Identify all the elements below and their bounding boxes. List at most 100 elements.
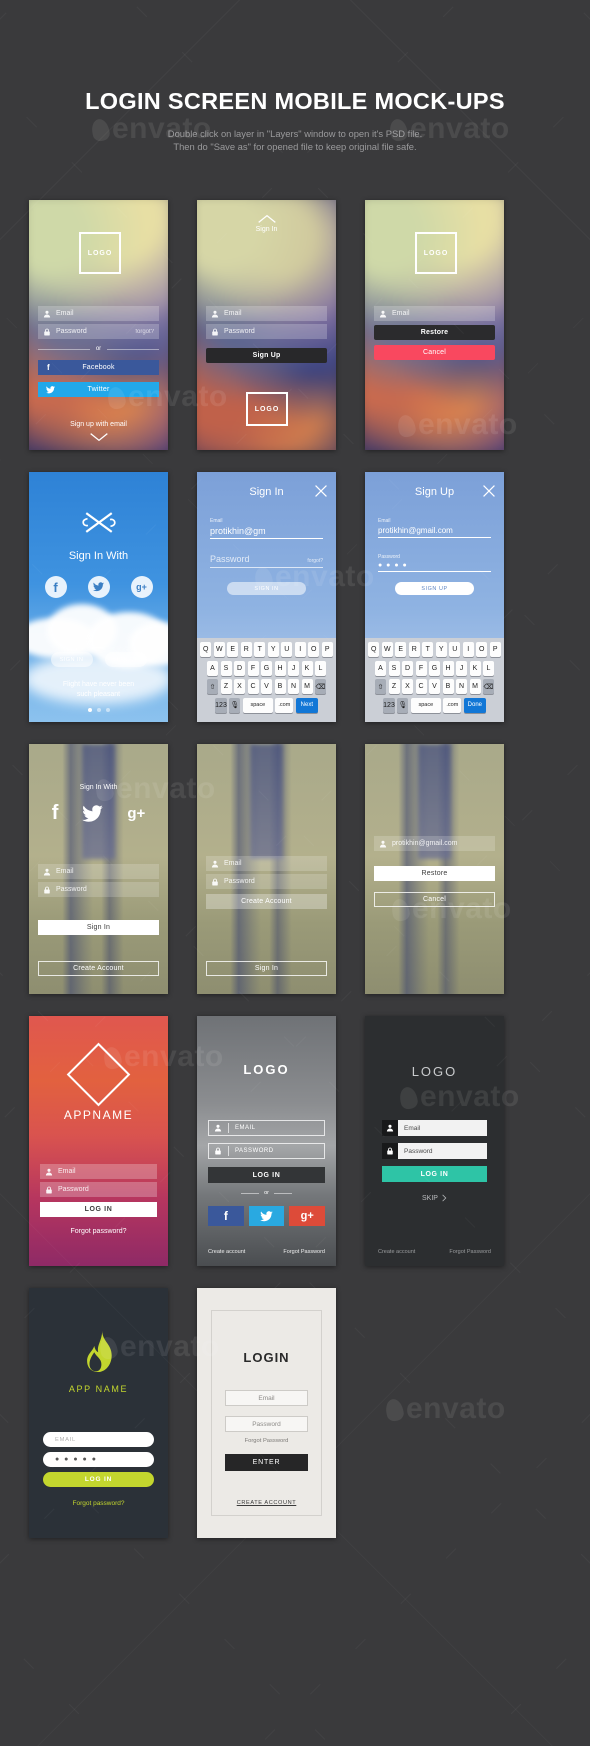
password-field[interactable]: Password [38,882,159,897]
key[interactable]: O [476,642,488,657]
key[interactable]: M [301,679,313,694]
twitter-button[interactable] [248,1206,285,1226]
email-field[interactable]: EMAIL [43,1432,154,1447]
mockup-sign-in-with-desert[interactable]: Sign In With f g+ Email Password Sign In… [29,744,168,994]
email-field[interactable]: protikhin@gmail.com [374,836,495,851]
key[interactable]: J [288,660,299,676]
key[interactable]: C [415,679,427,694]
numbers-key[interactable]: 123 [215,697,227,713]
facebook-icon[interactable]: f [44,576,67,598]
email-field[interactable]: Email protikhin@gm [210,518,323,539]
twitter-icon[interactable] [87,576,110,598]
create-account-button[interactable]: Create Account [38,961,159,976]
key[interactable]: E [227,642,239,657]
space-key[interactable]: space [410,697,441,713]
key[interactable]: S [220,660,232,676]
mockup-logo-gray-social[interactable]: LOGO EMAIL PASSWORD LOG IN or f g+ Creat… [197,1016,336,1266]
dot-com-key[interactable]: .com [443,697,462,713]
key[interactable]: U [449,642,461,657]
password-field[interactable]: PASSWORD [208,1143,325,1159]
key[interactable]: Y [435,642,447,657]
key[interactable]: D [402,660,413,676]
mockup-signup-blur[interactable]: Sign In Email Password Sign Up LOGO [197,200,336,450]
onscreen-keyboard[interactable]: Q W E R T Y U I O P A S D F G H J K L ⇧ … [197,638,336,722]
key[interactable]: H [274,660,286,676]
email-field[interactable]: Email [40,1164,157,1179]
password-field[interactable]: Password [382,1143,487,1159]
space-key[interactable]: space [242,697,273,713]
password-field[interactable]: Password [225,1416,308,1432]
microphone-key[interactable]: 🎙 [397,697,409,713]
key[interactable]: F [415,660,427,676]
facebook-icon[interactable]: f [52,802,59,825]
key[interactable]: N [288,679,299,694]
key[interactable]: G [429,660,440,676]
google-plus-icon[interactable]: g+ [127,805,145,822]
email-field[interactable]: Email [225,1390,308,1406]
key[interactable]: X [234,679,245,694]
key[interactable]: M [469,679,481,694]
key[interactable]: R [240,642,252,657]
restore-button[interactable]: Restore [374,866,495,881]
email-field[interactable]: Email [206,306,327,321]
key[interactable]: F [247,660,259,676]
key[interactable]: C [247,679,259,694]
restore-button[interactable]: Restore [374,325,495,340]
email-field[interactable]: EMAIL [208,1120,325,1136]
sign-up-button[interactable]: SIGN UP [395,582,474,595]
key[interactable]: X [402,679,413,694]
key[interactable]: E [395,642,407,657]
google-plus-icon[interactable]: g+ [130,576,153,598]
chevron-down-icon[interactable] [29,432,168,442]
login-button[interactable]: LOG IN [43,1472,154,1487]
key[interactable]: O [308,642,320,657]
microphone-key[interactable]: 🎙 [229,697,241,713]
login-button[interactable]: LOG IN [40,1202,157,1217]
skip-link[interactable]: SKIP [365,1194,504,1202]
mockup-flame-appname[interactable]: APP NAME EMAIL ● ● ● ● ● LOG IN Forgot p… [29,1288,168,1538]
key[interactable]: L [315,660,326,676]
key[interactable]: J [456,660,467,676]
forgot-password-link[interactable]: Forgot Password [283,1249,325,1255]
login-button[interactable]: LOG IN [208,1167,325,1183]
onscreen-keyboard[interactable]: Q W E R T Y U I O P A S D F G H J K L ⇧ … [365,638,504,722]
key[interactable]: L [483,660,494,676]
facebook-button[interactable]: f Facebook [38,360,159,375]
google-plus-button[interactable]: g+ [289,1206,326,1226]
twitter-icon[interactable] [82,804,104,823]
key[interactable]: S [388,660,400,676]
dot-com-key[interactable]: .com [275,697,294,713]
key[interactable]: A [375,660,386,676]
key[interactable]: Z [220,679,232,694]
sign-in-button[interactable]: Sign In [38,920,159,935]
password-field[interactable]: ● ● ● ● ● [43,1452,154,1467]
password-field[interactable]: Password ● ● ● ● [378,554,491,572]
key[interactable]: K [469,660,481,676]
create-account-link[interactable]: Create account [208,1249,245,1255]
chevron-up-icon[interactable] [197,214,336,224]
mockup-restore-desert[interactable]: protikhin@gmail.com Restore Cancel [365,744,504,994]
forgot-password-link[interactable]: Forgot Password [449,1249,491,1255]
sign-in-button[interactable]: SIGN IN [50,652,93,667]
key[interactable]: A [207,660,218,676]
mockup-logo-dark-teal[interactable]: LOGO Email Password LOG IN SKIP Create a… [365,1016,504,1266]
forgot-link[interactable]: forgot? [307,558,323,564]
password-field[interactable]: Password forgot? [210,554,323,568]
sign-up-button[interactable]: SIGN UP [104,652,147,667]
signup-button[interactable]: Sign Up [206,348,327,363]
key[interactable]: B [274,679,286,694]
mockup-create-account-desert[interactable]: Email Password Create Account Sign In [197,744,336,994]
twitter-button[interactable]: Twitter [38,382,159,397]
key[interactable]: W [381,642,393,657]
email-field[interactable]: Email [374,306,495,321]
forgot-password-link[interactable]: Forgot password? [29,1228,168,1235]
key[interactable]: H [442,660,454,676]
password-field[interactable]: Password [206,874,327,889]
key[interactable]: I [294,642,306,657]
enter-button[interactable]: ENTER [225,1454,308,1471]
done-key[interactable]: Done [463,697,486,713]
key[interactable]: N [456,679,467,694]
mockup-sign-up-keyboard[interactable]: Sign Up Email protikhin@gmail.com Passwo… [365,472,504,722]
forgot-password-link[interactable]: Forgot password? [29,1500,168,1507]
next-key[interactable]: Next [295,697,318,713]
